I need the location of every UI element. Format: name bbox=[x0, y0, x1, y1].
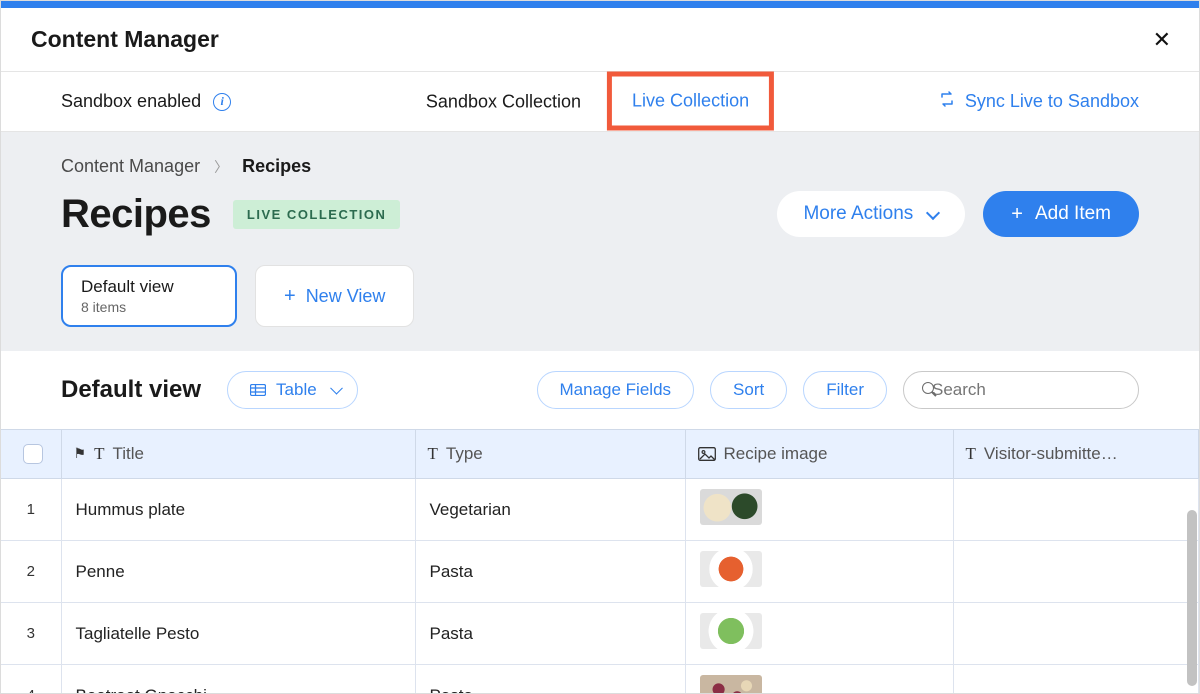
new-view-label: New View bbox=[306, 286, 386, 307]
select-all-checkbox[interactable] bbox=[23, 444, 43, 464]
row-index: 1 bbox=[1, 479, 61, 541]
tab-sandbox-collection[interactable]: Sandbox Collection bbox=[426, 91, 581, 112]
sync-icon bbox=[939, 91, 955, 112]
info-icon[interactable]: i bbox=[213, 93, 231, 111]
breadcrumb: Content Manager 〉 Recipes bbox=[1, 156, 1199, 177]
pin-icon: ⚑ bbox=[74, 445, 87, 462]
cell-title[interactable]: Tagliatelle Pesto bbox=[61, 603, 415, 665]
view-chip-name: Default view bbox=[81, 277, 215, 297]
search-input[interactable] bbox=[932, 380, 1153, 400]
row-index: 4 bbox=[1, 665, 61, 694]
view-chip-default[interactable]: Default view 8 items bbox=[61, 265, 237, 327]
table-toolbar: Default view Table Manage Field bbox=[1, 351, 1199, 429]
more-actions-button[interactable]: More Actions bbox=[777, 191, 965, 237]
current-view-heading: Default view bbox=[61, 376, 201, 404]
scrollbar-vertical[interactable] bbox=[1187, 510, 1197, 686]
sandbox-status-label: Sandbox enabled bbox=[61, 91, 201, 112]
collection-mode-bar: Sandbox enabled i Sandbox Collection Liv… bbox=[1, 72, 1199, 132]
manage-fields-button[interactable]: Manage Fields bbox=[537, 371, 695, 409]
cell-title[interactable]: Beetroot Gnocchi bbox=[61, 665, 415, 694]
content-area: Content Manager 〉 Recipes Recipes LIVE C… bbox=[1, 132, 1199, 693]
cell-title[interactable]: Hummus plate bbox=[61, 479, 415, 541]
cell-recipe-image[interactable] bbox=[685, 665, 953, 694]
new-view-button[interactable]: + New View bbox=[255, 265, 414, 327]
table-row[interactable]: 1Hummus plateVegetarian bbox=[1, 479, 1199, 541]
live-collection-badge: LIVE COLLECTION bbox=[233, 200, 401, 229]
close-icon[interactable]: ✕ bbox=[1153, 27, 1171, 53]
sync-label: Sync Live to Sandbox bbox=[965, 91, 1139, 112]
chevron-down-icon bbox=[927, 208, 939, 220]
tab-live-collection[interactable]: Live Collection bbox=[632, 90, 749, 110]
filter-button[interactable]: Filter bbox=[803, 371, 887, 409]
recipe-thumbnail bbox=[700, 551, 762, 587]
cell-visitor-submitted[interactable] bbox=[953, 603, 1199, 665]
search-field[interactable] bbox=[903, 371, 1139, 409]
cell-visitor-submitted[interactable] bbox=[953, 541, 1199, 603]
sync-button[interactable]: Sync Live to Sandbox bbox=[939, 91, 1139, 112]
app-header: Content Manager ✕ bbox=[1, 8, 1199, 72]
recipe-thumbnail bbox=[700, 613, 762, 649]
table-row[interactable]: 2PennePasta bbox=[1, 541, 1199, 603]
column-header-title[interactable]: ⚑ T Title bbox=[61, 430, 415, 479]
page-header: Recipes LIVE COLLECTION More Actions + A… bbox=[1, 177, 1199, 237]
plus-icon: + bbox=[284, 286, 296, 306]
cell-type[interactable]: Pasta bbox=[415, 665, 685, 694]
table-row[interactable]: 3Tagliatelle PestoPasta bbox=[1, 603, 1199, 665]
breadcrumb-root[interactable]: Content Manager bbox=[61, 156, 200, 177]
recipe-thumbnail bbox=[700, 489, 762, 525]
image-type-icon bbox=[698, 447, 716, 461]
breadcrumb-current: Recipes bbox=[242, 156, 311, 177]
column-header-select bbox=[1, 430, 61, 479]
table-card: Default view Table Manage Field bbox=[1, 351, 1199, 693]
cell-recipe-image[interactable] bbox=[685, 603, 953, 665]
layout-select-label: Table bbox=[276, 380, 317, 400]
row-index: 3 bbox=[1, 603, 61, 665]
collection-tabs: Sandbox Collection Live Collection bbox=[426, 73, 774, 130]
table-icon bbox=[250, 384, 266, 396]
column-header-recipe-image[interactable]: Recipe image bbox=[685, 430, 953, 479]
window-chrome-bar bbox=[1, 1, 1199, 8]
cell-visitor-submitted[interactable] bbox=[953, 665, 1199, 694]
cell-type[interactable]: Pasta bbox=[415, 541, 685, 603]
text-type-icon: T bbox=[966, 444, 976, 464]
row-index: 2 bbox=[1, 541, 61, 603]
chevron-right-icon: 〉 bbox=[214, 157, 228, 177]
cell-recipe-image[interactable] bbox=[685, 479, 953, 541]
layout-select[interactable]: Table bbox=[227, 371, 358, 409]
app-title: Content Manager bbox=[31, 26, 219, 53]
text-type-icon: T bbox=[94, 444, 104, 464]
add-item-button[interactable]: + Add Item bbox=[983, 191, 1139, 237]
tutorial-highlight: Live Collection bbox=[607, 71, 774, 130]
sort-button[interactable]: Sort bbox=[710, 371, 787, 409]
more-actions-label: More Actions bbox=[803, 203, 913, 225]
cell-recipe-image[interactable] bbox=[685, 541, 953, 603]
cell-type[interactable]: Pasta bbox=[415, 603, 685, 665]
view-selector-row: Default view 8 items + New View bbox=[1, 237, 1199, 351]
data-table: ⚑ T Title T Type bbox=[1, 429, 1199, 693]
add-item-label: Add Item bbox=[1035, 203, 1111, 225]
cell-type[interactable]: Vegetarian bbox=[415, 479, 685, 541]
cell-title[interactable]: Penne bbox=[61, 541, 415, 603]
column-header-visitor-submitted[interactable]: T Visitor-submitte… bbox=[953, 430, 1199, 479]
text-type-icon: T bbox=[428, 444, 438, 464]
page-title: Recipes bbox=[61, 192, 211, 237]
table-row[interactable]: 4Beetroot GnocchiPasta bbox=[1, 665, 1199, 694]
plus-icon: + bbox=[1011, 204, 1023, 224]
sandbox-status: Sandbox enabled i bbox=[61, 91, 231, 112]
cell-visitor-submitted[interactable] bbox=[953, 479, 1199, 541]
recipe-thumbnail bbox=[700, 675, 762, 693]
view-chip-count: 8 items bbox=[81, 299, 215, 315]
column-header-type[interactable]: T Type bbox=[415, 430, 685, 479]
